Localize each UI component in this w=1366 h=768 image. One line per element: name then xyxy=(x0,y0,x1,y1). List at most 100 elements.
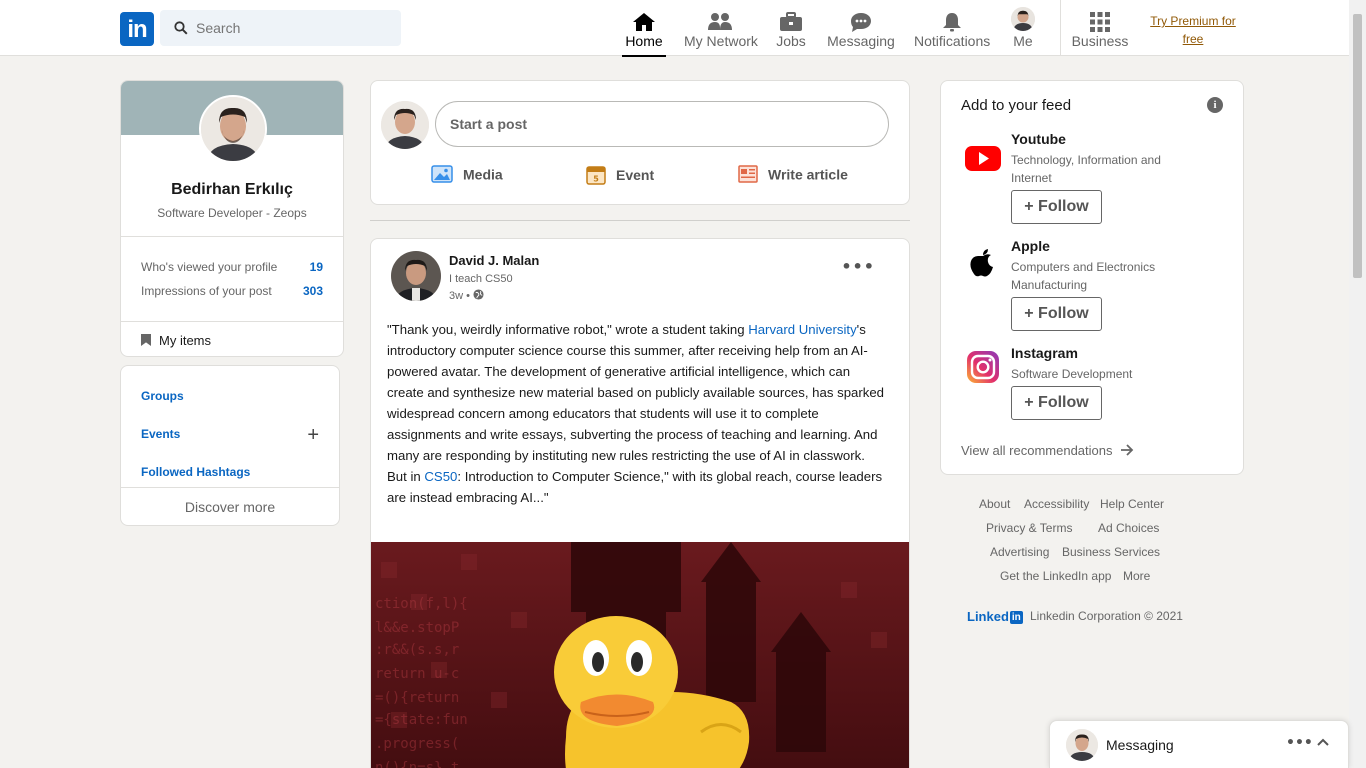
svg-text::r&&(s.s,r: :r&&(s.s,r xyxy=(375,642,459,658)
post-impressions-count: 303 xyxy=(302,284,323,298)
profile-headline: Software Developer - Zeops xyxy=(157,206,307,220)
messaging-more-icon[interactable]: ••• xyxy=(1286,735,1313,751)
rec-name-youtube[interactable]: Youtube xyxy=(1011,131,1066,147)
rec-name-apple[interactable]: Apple xyxy=(1011,238,1050,254)
instagram-icon[interactable] xyxy=(963,347,1003,387)
info-icon[interactable]: i xyxy=(1207,97,1223,113)
network-icon xyxy=(708,13,732,30)
profile-avatar[interactable] xyxy=(199,95,267,163)
profile-name[interactable]: Bedirhan Erkılıç xyxy=(121,181,343,199)
search-icon xyxy=(174,21,188,35)
post-impressions-stat[interactable]: Impressions of your post 303 xyxy=(141,284,323,298)
media-button[interactable]: Media xyxy=(431,165,503,187)
nav-notifications[interactable]: Notifications xyxy=(914,0,990,56)
calendar-icon: 5 xyxy=(586,166,606,185)
footer-privacy-terms-link[interactable]: Privacy & Terms xyxy=(986,521,1072,535)
bell-icon xyxy=(943,13,961,32)
my-items-label: My items xyxy=(159,333,211,348)
add-to-feed-title: Add to your feed xyxy=(961,97,1072,114)
groups-link[interactable]: Groups xyxy=(141,389,184,403)
svg-text:n(){n=s},t: n(){n=s},t xyxy=(375,760,459,768)
rec-desc-youtube: Technology, Information and Internet xyxy=(1011,153,1161,185)
cs50-link[interactable]: CS50 xyxy=(424,469,457,484)
footer-advertising-link[interactable]: Advertising xyxy=(990,545,1049,559)
view-all-label: View all recommendations xyxy=(961,443,1113,458)
premium-line-2: free xyxy=(1182,32,1204,46)
nav-business-label: Business xyxy=(1071,33,1129,49)
footer-linkedin-app-link[interactable]: Get the LinkedIn app xyxy=(1000,569,1111,583)
discover-more-button[interactable]: Discover more xyxy=(121,487,339,525)
follow-youtube-button[interactable]: + Follow xyxy=(1011,190,1102,224)
view-all-recommendations-link[interactable]: View all recommendations xyxy=(961,443,1134,458)
nav-jobs[interactable]: Jobs xyxy=(773,0,809,56)
youtube-icon[interactable] xyxy=(963,137,1003,177)
write-article-button[interactable]: Write article xyxy=(738,165,848,187)
my-items-link[interactable]: My items xyxy=(141,333,211,348)
post-more-options-icon[interactable]: ••• xyxy=(841,257,875,276)
linkedin-logo[interactable]: in xyxy=(120,12,154,46)
briefcase-icon xyxy=(780,12,802,31)
media-label: Media xyxy=(463,166,503,183)
nav-jobs-label: Jobs xyxy=(776,33,806,49)
nav-messaging-label: Messaging xyxy=(827,33,895,49)
premium-line-1: Try Premium for xyxy=(1150,14,1236,28)
post-author-avatar[interactable] xyxy=(391,251,441,301)
arrow-right-icon xyxy=(1121,444,1134,456)
messaging-label[interactable]: Messaging xyxy=(1106,737,1174,753)
nav-messaging[interactable]: Messaging xyxy=(827,0,895,56)
harvard-link[interactable]: Harvard University xyxy=(748,322,856,337)
search-box[interactable] xyxy=(160,10,401,46)
footer-business-services-link[interactable]: Business Services xyxy=(1062,545,1160,559)
messaging-overlay[interactable]: Messaging ••• xyxy=(1049,720,1349,768)
follow-apple-button[interactable]: + Follow xyxy=(1011,297,1102,331)
start-post-button[interactable]: Start a post xyxy=(435,101,889,147)
scrollbar-thumb[interactable] xyxy=(1353,14,1362,278)
svg-text:l&&e.stopP: l&&e.stopP xyxy=(375,620,459,636)
event-button[interactable]: 5 Event xyxy=(586,165,654,187)
footer-brand-in: in xyxy=(1009,611,1023,624)
footer-about-link[interactable]: About xyxy=(979,497,1010,511)
footer-ad-choices-link[interactable]: Ad Choices xyxy=(1098,521,1159,535)
post-text-1: "Thank you, weirdly informative robot," … xyxy=(387,322,749,337)
nav-my-network[interactable]: My Network xyxy=(684,0,758,56)
post-author-headline: I teach CS50 xyxy=(449,273,513,285)
search-input[interactable] xyxy=(196,10,396,46)
nav-my-network-label: My Network xyxy=(684,33,758,49)
grid-icon xyxy=(1090,12,1110,32)
page-scrollbar[interactable] xyxy=(1349,0,1366,768)
svg-text:5: 5 xyxy=(593,175,599,184)
shortcuts-card: Groups Events + Followed Hashtags Discov… xyxy=(120,365,340,526)
post-image[interactable]: ction(f,l){ l&&e.stopP :r&&(s.s,r return… xyxy=(371,542,909,768)
footer-accessibility-link[interactable]: Accessibility xyxy=(1024,497,1089,511)
add-event-icon[interactable]: + xyxy=(307,424,319,447)
profile-divider xyxy=(121,236,343,237)
rec-desc-apple: Computers and Electronics Manufacturing xyxy=(1011,260,1156,292)
globe-icon xyxy=(473,289,484,300)
footer-brand-text: Linked xyxy=(967,609,1009,624)
profile-card: Bedirhan Erkılıç Software Developer - Ze… xyxy=(120,80,344,357)
nav-business[interactable]: Business xyxy=(1070,0,1130,56)
try-premium-link[interactable]: Try Premium for free xyxy=(1148,12,1238,48)
nav-me[interactable]: Me xyxy=(1008,0,1038,56)
nav-home[interactable]: Home xyxy=(622,0,666,57)
footer-help-center-link[interactable]: Help Center xyxy=(1100,497,1164,511)
events-link[interactable]: Events xyxy=(141,427,180,441)
chevron-up-icon[interactable] xyxy=(1316,737,1330,747)
profile-views-label: Who's viewed your profile xyxy=(141,260,278,274)
composer-avatar[interactable] xyxy=(381,101,429,149)
svg-text:.progress(: .progress( xyxy=(375,736,459,752)
footer-more-link[interactable]: More xyxy=(1123,569,1150,583)
chat-icon xyxy=(851,13,871,32)
followed-hashtags-link[interactable]: Followed Hashtags xyxy=(141,465,250,479)
image-icon xyxy=(431,165,453,184)
write-article-label: Write article xyxy=(768,166,848,183)
apple-icon[interactable] xyxy=(963,243,1003,283)
nav-notifications-label: Notifications xyxy=(914,33,991,49)
follow-instagram-button[interactable]: + Follow xyxy=(1011,386,1102,420)
nav-home-label: Home xyxy=(625,33,663,49)
post-author-name[interactable]: David J. Malan xyxy=(449,253,539,268)
me-avatar xyxy=(1011,7,1035,31)
profile-views-stat[interactable]: Who's viewed your profile 19 xyxy=(141,260,323,274)
post-timestamp: 3w • xyxy=(449,289,484,302)
rec-name-instagram[interactable]: Instagram xyxy=(1011,345,1078,361)
